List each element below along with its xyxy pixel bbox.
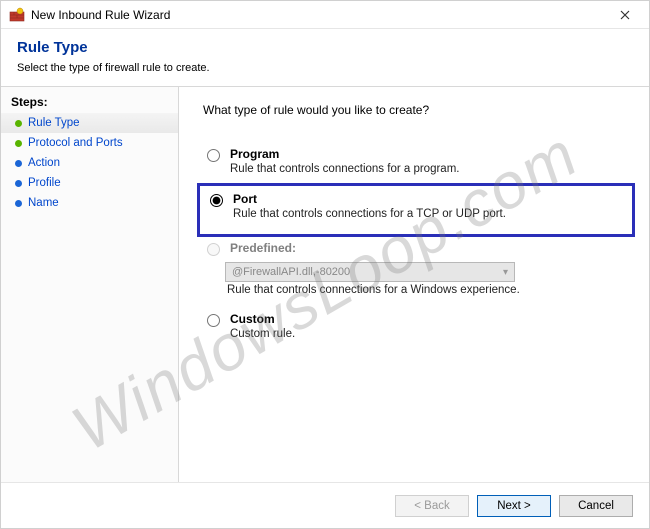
radio-port[interactable] xyxy=(210,194,223,207)
step-bullet-icon xyxy=(15,180,22,187)
next-button[interactable]: Next > xyxy=(477,495,551,517)
predefined-dropdown-value: @FirewallAPI.dll,-80200 xyxy=(232,266,350,278)
step-name[interactable]: Name xyxy=(1,193,178,213)
step-rule-type[interactable]: Rule Type xyxy=(1,113,178,133)
highlight-box: Port Rule that controls connections for … xyxy=(197,183,635,237)
step-label: Protocol and Ports xyxy=(28,137,123,149)
step-label: Name xyxy=(28,197,59,209)
step-bullet-icon xyxy=(15,160,22,167)
wizard-window: New Inbound Rule Wizard Rule Type Select… xyxy=(0,0,650,529)
step-label: Rule Type xyxy=(28,117,80,129)
radio-predefined xyxy=(207,243,220,256)
step-bullet-icon xyxy=(15,140,22,147)
back-button: < Back xyxy=(395,495,469,517)
radio-program[interactable] xyxy=(207,149,220,162)
page-subtitle: Select the type of firewall rule to crea… xyxy=(17,62,633,74)
page-title: Rule Type xyxy=(17,39,633,56)
steps-sidebar: Steps: Rule Type Protocol and Ports Acti… xyxy=(1,87,179,482)
wizard-footer: < Back Next > Cancel xyxy=(1,482,649,528)
step-protocol-and-ports[interactable]: Protocol and Ports xyxy=(1,133,178,153)
option-desc: Rule that controls connections for a pro… xyxy=(230,163,459,175)
option-port[interactable]: Port Rule that controls connections for … xyxy=(208,190,626,222)
wizard-content: What type of rule would you like to crea… xyxy=(179,87,649,482)
option-custom[interactable]: Custom Custom rule. xyxy=(205,310,629,342)
option-title: Predefined: xyxy=(230,241,296,255)
cancel-button[interactable]: Cancel xyxy=(559,495,633,517)
step-action[interactable]: Action xyxy=(1,153,178,173)
radio-custom[interactable] xyxy=(207,314,220,327)
close-icon xyxy=(620,7,630,23)
step-label: Action xyxy=(28,157,60,169)
step-profile[interactable]: Profile xyxy=(1,173,178,193)
question-text: What type of rule would you like to crea… xyxy=(203,103,629,117)
option-title: Custom xyxy=(230,312,295,326)
option-desc: Custom rule. xyxy=(230,328,295,340)
wizard-body: Steps: Rule Type Protocol and Ports Acti… xyxy=(1,87,649,482)
chevron-down-icon: ▾ xyxy=(503,267,508,278)
firewall-icon xyxy=(9,7,25,23)
titlebar: New Inbound Rule Wizard xyxy=(1,1,649,29)
wizard-header: Rule Type Select the type of firewall ru… xyxy=(1,29,649,86)
option-program[interactable]: Program Rule that controls connections f… xyxy=(205,145,629,177)
step-bullet-icon xyxy=(15,120,22,127)
option-predefined[interactable]: Predefined: xyxy=(205,239,629,258)
window-title: New Inbound Rule Wizard xyxy=(31,8,605,22)
predefined-dropdown: @FirewallAPI.dll,-80200 ▾ xyxy=(225,262,515,282)
option-desc: Rule that controls connections for a TCP… xyxy=(233,208,506,220)
steps-heading: Steps: xyxy=(1,95,178,113)
step-label: Profile xyxy=(28,177,61,189)
option-title: Port xyxy=(233,192,506,206)
step-bullet-icon xyxy=(15,200,22,207)
option-desc: Rule that controls connections for a Win… xyxy=(227,284,629,296)
close-button[interactable] xyxy=(605,2,645,28)
option-title: Program xyxy=(230,147,459,161)
